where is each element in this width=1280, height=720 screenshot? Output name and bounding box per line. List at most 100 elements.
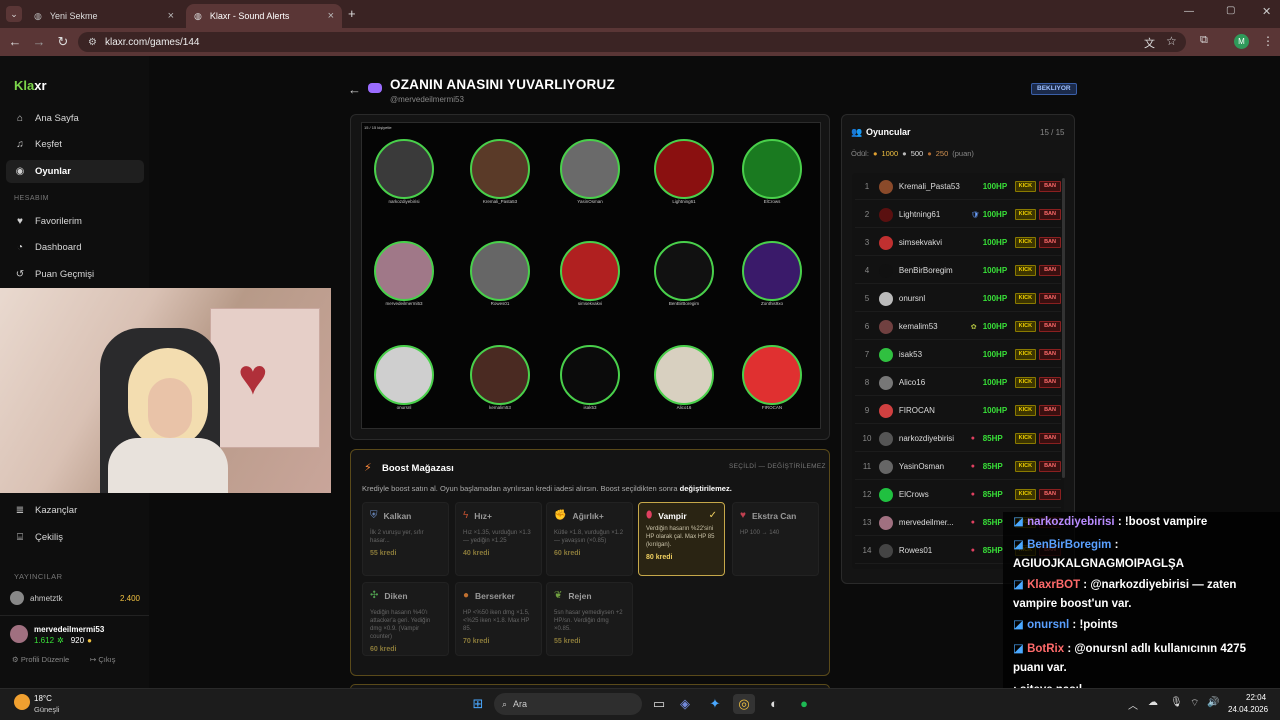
- translate-icon[interactable]: 文: [1144, 35, 1155, 51]
- tab-klaxr[interactable]: ◍ Klaxr - Sound Alerts ×: [186, 4, 342, 28]
- tray-chevron-icon[interactable]: ︿: [1128, 697, 1138, 712]
- tab-search-button[interactable]: ⌄: [6, 6, 22, 22]
- ban-button[interactable]: BAN: [1039, 405, 1061, 416]
- ban-button[interactable]: BAN: [1039, 181, 1061, 192]
- chat-message: ◪ onursnl : !points: [1013, 618, 1118, 632]
- streamer-item[interactable]: ahmetztk 2.400: [10, 591, 140, 605]
- edit-profile-link[interactable]: ⚙ Profili Düzenle: [12, 655, 69, 664]
- extensions-icon[interactable]: ⧉: [1200, 34, 1208, 47]
- player-rank: 5: [864, 294, 870, 303]
- sidebar-item-home[interactable]: ⌂ Ana Sayfa: [6, 107, 144, 130]
- boost-status-icon: ●: [970, 435, 975, 442]
- app-icon[interactable]: ✦: [704, 694, 726, 714]
- avatar: [878, 179, 893, 194]
- ban-button[interactable]: BAN: [1039, 237, 1061, 248]
- back-arrow-button[interactable]: ←: [348, 82, 361, 97]
- bookmark-star-icon[interactable]: ☆: [1166, 34, 1177, 48]
- maximize-button[interactable]: ▢: [1226, 5, 1235, 16]
- boost-price: 55 kredi: [370, 550, 397, 557]
- ban-button[interactable]: BAN: [1039, 461, 1061, 472]
- windows-start-icon[interactable]: ⊞: [467, 694, 489, 714]
- weather-temp[interactable]: 18°C: [34, 694, 52, 703]
- spotify-icon[interactable]: ●: [793, 694, 815, 714]
- arena-player-avatar: [560, 345, 620, 405]
- discord-icon[interactable]: ◈: [674, 694, 696, 714]
- ban-button[interactable]: BAN: [1039, 349, 1061, 360]
- new-tab-button[interactable]: +: [348, 6, 356, 21]
- music-icon: ♫: [16, 139, 24, 150]
- chrome-icon[interactable]: ◎: [733, 694, 755, 714]
- ban-button[interactable]: BAN: [1039, 209, 1061, 220]
- minimize-button[interactable]: —: [1184, 6, 1194, 17]
- site-info-icon[interactable]: ⚙: [88, 37, 97, 48]
- kick-button[interactable]: KICK: [1014, 405, 1037, 416]
- boost-card-diken[interactable]: ✣ Diken Yediğin hasarın %40'ı attacker'a g…: [362, 582, 449, 656]
- logo[interactable]: Klaxr: [14, 78, 47, 93]
- arena-player-avatar: [374, 139, 434, 199]
- boost-card-a-rl-k-[interactable]: ✊ Ağırlık+ Kütle ×1.8, vurduğun ×1.2 — yav…: [546, 502, 633, 576]
- player-row: 11 YasinOsman ● 85HP KICK BAN: [855, 454, 1061, 480]
- boost-card-vampir[interactable]: ⬮ Vampir ✓ Verdiğin hasarın %22'sini HP ola…: [638, 502, 725, 576]
- clock-date[interactable]: 24.04.2026: [1228, 705, 1268, 714]
- ban-button[interactable]: BAN: [1039, 321, 1061, 332]
- sidebar-item-history[interactable]: ↺ Puan Geçmişi: [6, 263, 144, 286]
- clock-time[interactable]: 22:04: [1246, 693, 1266, 702]
- sidebar-item-label: Kazançlar: [35, 505, 78, 516]
- ban-button[interactable]: BAN: [1039, 489, 1061, 500]
- close-icon[interactable]: ×: [328, 10, 334, 22]
- ban-button[interactable]: BAN: [1039, 265, 1061, 276]
- logout-link[interactable]: ↦ Çıkış: [90, 655, 115, 664]
- check-icon: ✓: [708, 510, 717, 521]
- kick-button[interactable]: KICK: [1014, 209, 1037, 220]
- close-icon[interactable]: ×: [168, 10, 174, 22]
- menu-icon[interactable]: ⋮: [1262, 34, 1274, 48]
- kick-button[interactable]: KICK: [1014, 377, 1037, 388]
- task-view-icon[interactable]: ▭: [648, 694, 670, 714]
- ban-button[interactable]: BAN: [1039, 433, 1061, 444]
- kick-button[interactable]: KICK: [1014, 461, 1037, 472]
- kick-button[interactable]: KICK: [1014, 433, 1037, 444]
- volume-icon[interactable]: 🔊: [1207, 697, 1219, 708]
- wifi-icon[interactable]: ⌔: [1190, 697, 1199, 710]
- sidebar-item-dashboard[interactable]: ◔ Dashboard: [6, 236, 144, 259]
- kick-button[interactable]: KICK: [1014, 237, 1037, 248]
- player-row: 7 isak53 100HP KICK BAN: [855, 342, 1061, 368]
- medal-icon: ●: [872, 149, 878, 158]
- ban-button[interactable]: BAN: [1039, 377, 1061, 388]
- sidebar-item-games[interactable]: ◉ Oyunlar: [6, 160, 144, 183]
- kick-button[interactable]: KICK: [1014, 489, 1037, 500]
- boost-card-ekstra-can[interactable]: ♥ Ekstra Can HP 100 → 140: [732, 502, 819, 576]
- kick-button[interactable]: KICK: [1014, 293, 1037, 304]
- mic-icon[interactable]: 🎙: [1170, 697, 1183, 708]
- cloud-icon[interactable]: ☁: [1148, 697, 1158, 708]
- reload-button[interactable]: ↻: [54, 33, 72, 51]
- sidebar-item-raffle[interactable]: ⌸ Çekiliş: [6, 526, 144, 549]
- forward-button[interactable]: →: [30, 33, 48, 51]
- taskbar-search[interactable]: ⌕ Ara: [494, 693, 642, 715]
- profile-avatar[interactable]: M: [1234, 34, 1249, 49]
- user-avatar[interactable]: [10, 625, 28, 643]
- arena-player-name: Alico16: [676, 405, 692, 410]
- back-button[interactable]: ←: [6, 33, 24, 51]
- boost-name: Ekstra Can: [751, 510, 797, 521]
- kick-button[interactable]: KICK: [1014, 181, 1037, 192]
- obs-icon[interactable]: ◐: [763, 694, 785, 714]
- boost-card-berserker[interactable]: ● Berserker HP <%50 iken dmg ×1.5, <%25 ik…: [455, 582, 542, 656]
- sidebar-item-favorites[interactable]: ♥ Favorilerim: [6, 210, 144, 233]
- kick-button[interactable]: KICK: [1014, 265, 1037, 276]
- address-bar[interactable]: ⚙ klaxr.com/games/144: [78, 32, 1186, 52]
- kick-button[interactable]: KICK: [1014, 349, 1037, 360]
- boost-card-rejen[interactable]: ❦ Rejen 5sn hasar yemediysen +2 HP/sn. Ver…: [546, 582, 633, 656]
- boost-desc: İlk 2 vuruşu yer, sıfır hasar...: [370, 530, 424, 544]
- sidebar-item-discover[interactable]: ♫ Keşfet: [6, 133, 144, 156]
- sidebar-item-earnings[interactable]: ≣ Kazançlar: [6, 499, 144, 522]
- kick-button[interactable]: KICK: [1014, 321, 1037, 332]
- close-window-button[interactable]: ✕: [1262, 5, 1271, 18]
- tab-new-tab[interactable]: ◍ Yeni Sekme ×: [26, 4, 182, 28]
- boost-card-kalkan[interactable]: ⛨ Kalkan İlk 2 vuruşu yer, sıfır hasar... 5…: [362, 502, 449, 576]
- ban-button[interactable]: BAN: [1039, 293, 1061, 304]
- scrollbar[interactable]: [1062, 178, 1065, 478]
- chat-username: onursnl: [1027, 619, 1070, 631]
- sidebar-item-label: Dashboard: [35, 242, 82, 253]
- boost-card-h-z-[interactable]: ϟ Hız+ Hız ×1.35, vurduğun ×1.3 — yediğin …: [455, 502, 542, 576]
